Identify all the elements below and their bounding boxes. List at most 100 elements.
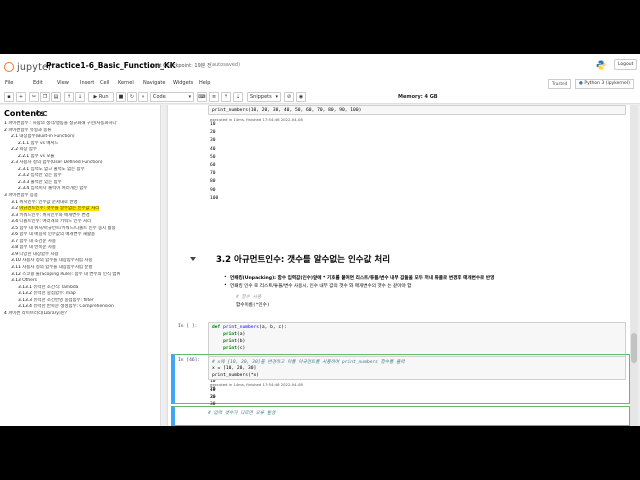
toc-item-number: 4: [4, 310, 7, 316]
toc-item-number: 3.2: [11, 206, 18, 212]
restart-run-icon[interactable]: »: [138, 92, 148, 102]
toc-item-number: 3.7: [11, 238, 18, 244]
toc-item-label: 아규먼트인수: 갯수를 알수없는 인수값 처리: [19, 206, 100, 212]
menu-file[interactable]: File: [5, 80, 13, 86]
keyboard-icon[interactable]: ⌨: [197, 92, 207, 102]
notebook-page: print_numbers(10, 20, 30, 40, 50, 60, 70…: [168, 105, 633, 426]
toc-item-number: 3.4: [11, 219, 18, 225]
toc-item-number: 2.3.1: [18, 166, 30, 172]
autosave-status: (autosaved): [210, 62, 241, 68]
stop-icon[interactable]: ■: [116, 92, 126, 102]
format-comment: # 함수 사용: [236, 295, 262, 300]
checkpoint-text: Last Checkpoint: 19분 전: [151, 63, 212, 69]
menu-navigate[interactable]: Navigate: [143, 80, 165, 86]
toc-item-label: 함수 내 조건문 사용: [19, 238, 56, 244]
output-line: 40: [210, 146, 216, 152]
python-icon: [596, 60, 606, 70]
format-block: # 함수 사용 함수이름(*인수): [230, 292, 626, 310]
toc-item-number: 2.2: [11, 147, 18, 153]
jupyter-icon: [4, 62, 14, 72]
clear-output-icon[interactable]: ⊘: [284, 92, 294, 102]
toc-item[interactable]: 4 파이썬 라이브러리(Library)란?: [0, 310, 160, 318]
sync-icon[interactable]: [43, 111, 48, 116]
toc-item-label: 유력한 중첩함수: map: [33, 291, 76, 297]
bullet-dot: •: [224, 283, 227, 288]
notebook-scrollbar[interactable]: [630, 105, 638, 426]
toc-item-label: 파이썬함수 응용: [8, 193, 38, 199]
toc-item-label: 입력이나 출력이 여러개인 함수: [30, 186, 88, 192]
code-line-comment: # x에 [10, 20, 30]을 변경하고 이를 아규먼트를 사용하여 pr…: [212, 360, 405, 365]
toc-item-number: 2.2.1: [18, 153, 30, 159]
jupyter-window: jupyter Practice1-6_Basic_Function_KK La…: [0, 54, 640, 426]
add-cell-icon[interactable]: +: [16, 92, 26, 102]
collapse-icon[interactable]: ⇡: [221, 92, 231, 102]
expand-icon[interactable]: ⇣: [233, 92, 243, 102]
menu-view[interactable]: View: [57, 80, 69, 86]
toc-item-label: 입력도 없고 출력도 없는 함수: [30, 166, 85, 172]
toc-item-label: 함수 vs 모듈: [30, 153, 55, 159]
code-line-def: def print_numbers(a, b, c):: [212, 325, 287, 330]
toc-item-number: 2.3.2: [18, 173, 30, 179]
toc-list: 1 파이썬함수 : 사람의 생각/행동을 정규화해 구현/자동화하다 2 파이썬함…: [0, 121, 160, 318]
toc-item-label: 함수 내 반복문 사용: [19, 245, 56, 251]
toc-item-number: 3.11: [11, 265, 21, 271]
python-icon: ●: [579, 81, 583, 86]
trusted-indicator[interactable]: Trusted: [548, 79, 572, 89]
toc-item-number: 3: [4, 193, 7, 199]
code-cell-2[interactable]: # x에 [10, 20, 30]을 변경하고 이를 아규먼트를 사용하여 pr…: [208, 356, 626, 380]
toc-item-number: 3.5: [11, 225, 18, 231]
toc-item-number: 3.1: [11, 199, 18, 205]
toc-panel: Contents 1 파이썬함수 : 사람의 생각/행동을 정규화해 구현/자동…: [0, 105, 161, 426]
code-line: x = [10, 20, 30]: [212, 366, 257, 371]
variable-inspector-icon[interactable]: ◉: [296, 92, 306, 102]
snippets-label: Snippets: [250, 94, 272, 100]
kernel-indicator[interactable]: ● Python 3 (ipykernel): [575, 79, 634, 89]
toc-item-label: 함수 내 매길학 인수값의 매개변수 재활용: [19, 232, 96, 238]
menu-help[interactable]: Help: [199, 80, 210, 86]
toc-item-label: 위치인수: 인수값 순서대로 반영: [19, 199, 78, 205]
toc-item-label: 파이썬함수 유형과 종류: [8, 127, 52, 133]
logout-button[interactable]: Logout: [614, 59, 638, 70]
toc-item-label: 파이썬함수 : 사람의 생각/행동을 정규화해 구현/자동화하다: [8, 121, 117, 126]
copy-icon[interactable]: ❐: [40, 92, 50, 102]
restart-icon[interactable]: ↻: [127, 92, 137, 102]
bullet-unpacking-rule: 언패킹 인수 로 리스트/튜플/변수 사용시, 인수 내부 값의 갯수 와 매개…: [230, 284, 412, 289]
menu-kernel[interactable]: Kernel: [118, 80, 134, 86]
toc-toggle-icon[interactable]: ≡: [209, 92, 219, 102]
toc-item-number: 3.6: [11, 232, 18, 238]
move-up-icon[interactable]: ↑: [64, 92, 74, 102]
scrollbar-thumb[interactable]: [631, 333, 637, 363]
code-cell-top[interactable]: print_numbers(10, 20, 30, 40, 50, 60, 70…: [208, 105, 626, 115]
jupyter-logo[interactable]: jupyter: [4, 60, 52, 74]
code-line: print(c): [223, 346, 246, 351]
output-line: 90: [210, 187, 216, 193]
toc-item-number: 2: [4, 127, 7, 133]
toc-item-number: 2.3: [11, 160, 18, 166]
run-button[interactable]: ▶ Run: [88, 92, 114, 102]
kernel-name: Python 3 (ipykernel): [584, 81, 630, 86]
toc-item-label: 출력만 있는 함수: [30, 179, 62, 185]
toc-item-label: 다양한 내장함수 사용: [19, 251, 59, 257]
save-icon[interactable]: ▪: [4, 92, 14, 102]
snippets-dropdown[interactable]: Snippets ▾: [247, 92, 281, 102]
menu-widgets[interactable]: Widgets: [173, 80, 193, 86]
menu-cell[interactable]: Cell: [100, 80, 109, 86]
chevron-down-icon: ▾: [275, 94, 278, 100]
toc-item-number: 3.13.2: [18, 291, 32, 297]
toc-item-label: Others: [22, 278, 37, 284]
toolbar: ▪ + ✂ ❐ ▤ ↑ ↓ ▶ Run ■ ↻ » Code ▾ ⌨ ≡ ⇡ ⇣ …: [0, 91, 640, 104]
paste-icon[interactable]: ▤: [51, 92, 61, 102]
move-down-icon[interactable]: ↓: [75, 92, 85, 102]
menubar: File Edit View Insert Cell Kernel Naviga…: [0, 78, 640, 91]
gear-icon[interactable]: [36, 111, 41, 116]
menu-insert[interactable]: Insert: [80, 80, 94, 86]
toc-item-number: 2.1.1: [18, 140, 30, 146]
collapse-arrow-icon[interactable]: [190, 257, 196, 261]
code-cell-3[interactable]: # 입력 갯수가 다르면 오류 발생: [171, 406, 630, 426]
section-heading: 3.2 아규먼트인수: 갯수를 알수없는 인수값 처리: [216, 255, 391, 265]
cell-type-select[interactable]: Code ▾: [150, 92, 194, 102]
menu-edit[interactable]: Edit: [33, 80, 43, 86]
cut-icon[interactable]: ✂: [29, 92, 39, 102]
toc-item-label: 유력한 조건반영 중첩함수: filter: [33, 297, 94, 303]
toc-item-label: 함수 내 위치/아규먼트/키워드/디폴트 인수 동시 활용: [19, 225, 116, 231]
